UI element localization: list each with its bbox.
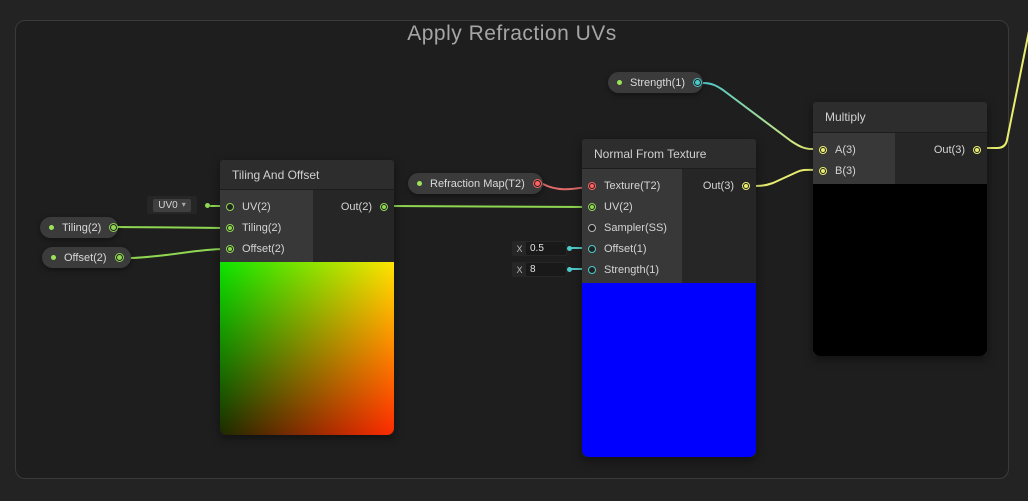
strength-property-output-port-icon[interactable] [693,78,703,87]
uv-default-connector-dot [205,203,210,208]
strength-input-port-icon[interactable] [588,265,596,274]
b-input-port-icon[interactable] [819,166,827,175]
offset-property-output-port-icon[interactable] [114,253,124,262]
offset-default-input[interactable]: 0.5 [526,242,566,255]
node-preview [220,262,394,435]
node-title: Multiply [825,110,866,124]
property-node-tiling[interactable]: Tiling(2) [40,217,119,238]
property-node-offset[interactable]: Offset(2) [42,247,131,268]
port-label: Strength(1) [604,263,660,276]
property-dot-icon [51,255,56,260]
strength-default-input[interactable]: 8 [526,263,566,276]
port-label: Out(3) [933,143,965,156]
output-row-out: Out(3) [703,175,756,196]
shader-graph-canvas[interactable]: Apply Refraction UVs Tiling(2) Offset(2)… [0,0,1028,501]
sampler-input-port-icon[interactable] [588,223,596,232]
strength-default-connector-dot [567,267,572,272]
input-row-uv: UV(2) [582,196,756,217]
texture-input-port-icon[interactable] [588,181,596,190]
port-label: B(3) [835,164,856,177]
uv-channel-value: UV0 [158,199,178,211]
port-label: Offset(2) [242,242,285,255]
out-output-port-icon[interactable] [380,202,388,211]
axis-label: X [516,264,523,275]
input-row-sampler: Sampler(SS) [582,217,756,238]
property-dot-icon [617,80,622,85]
property-label: Strength(1) [630,76,686,89]
port-label: Texture(T2) [604,179,661,192]
node-header[interactable]: Tiling And Offset [220,160,394,190]
port-label: Sampler(SS) [604,221,667,234]
uv-channel-dropdown-wrap: UV0 ▾ [147,196,197,214]
port-label: Out(3) [702,179,734,192]
tiling-input-port-icon[interactable] [226,223,234,232]
offset-default-field: X 0.5 [512,241,567,256]
node-header[interactable]: Normal From Texture [582,139,756,169]
uv-input-port-icon[interactable] [588,202,596,211]
port-label: A(3) [835,143,856,156]
input-row-offset: Offset(2) [220,238,394,259]
input-row-offset: Offset(1) [582,238,756,259]
port-label: UV(2) [242,200,271,213]
port-label: UV(2) [604,200,633,213]
node-preview [813,184,987,356]
offset-default-connector-dot [567,246,572,251]
node-tiling-and-offset[interactable]: Tiling And Offset UV(2) Tiling(2) Offset… [220,160,394,435]
strength-default-field: X 8 [512,262,567,277]
out-output-port-icon[interactable] [973,145,981,154]
uv-channel-dropdown[interactable]: UV0 ▾ [153,198,191,212]
offset-input-port-icon[interactable] [588,244,596,253]
property-dot-icon [417,181,422,186]
uv-input-port-icon[interactable] [226,202,234,211]
port-label: Out(2) [340,200,372,213]
node-header[interactable]: Multiply [813,102,987,133]
group-title: Apply Refraction UVs [407,22,617,45]
port-label: Offset(1) [604,242,647,255]
chevron-down-icon: ▾ [181,200,186,209]
out-output-port-icon[interactable] [742,181,750,190]
property-label: Offset(2) [64,251,107,264]
node-title: Tiling And Offset [232,167,320,182]
refraction-map-property-output-port-icon[interactable] [532,179,542,188]
property-node-refraction-map[interactable]: Refraction Map(T2) [408,173,543,194]
output-row-out: Out(2) [341,196,394,217]
node-multiply[interactable]: Multiply A(3) B(3) Out(3) [813,102,987,356]
output-row-out: Out(3) [934,139,987,160]
node-title: Normal From Texture [594,146,707,161]
property-dot-icon [49,225,54,230]
property-label: Refraction Map(T2) [430,177,525,190]
input-row-b: B(3) [813,160,987,181]
node-preview [582,283,756,457]
property-label: Tiling(2) [62,221,102,234]
property-node-strength[interactable]: Strength(1) [608,72,703,93]
axis-label: X [516,243,523,254]
node-normal-from-texture[interactable]: Normal From Texture Texture(T2) UV(2) Sa… [582,139,756,457]
input-row-strength: Strength(1) [582,259,756,280]
input-row-tiling: Tiling(2) [220,217,394,238]
a-input-port-icon[interactable] [819,145,827,154]
port-label: Tiling(2) [242,221,282,234]
tiling-property-output-port-icon[interactable] [109,223,119,232]
offset-input-port-icon[interactable] [226,244,234,253]
